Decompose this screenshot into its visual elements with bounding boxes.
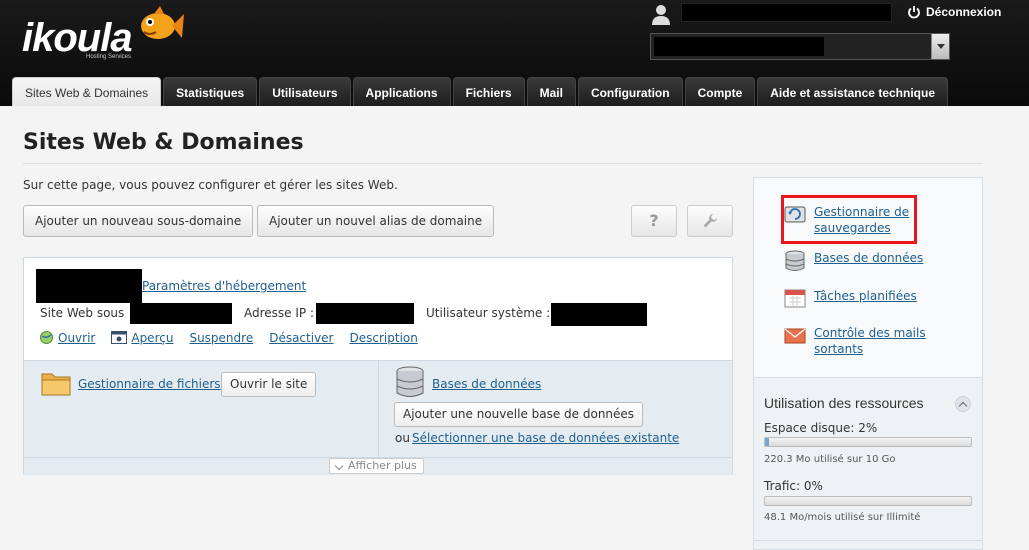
tab-compte[interactable]: Compte (684, 77, 756, 106)
add-subdomain-button[interactable]: Ajouter un nouveau sous-domaine (23, 205, 254, 237)
settings-button[interactable] (687, 205, 733, 237)
traffic-bar (764, 496, 972, 506)
show-more-bar: Afficher plus (24, 457, 732, 475)
system-user-redacted (551, 303, 647, 326)
website-path-redacted (130, 303, 232, 324)
logout-label: Déconnexion (926, 5, 1002, 19)
user-icon (652, 5, 670, 25)
subscription-select[interactable] (650, 33, 950, 60)
help-icon: ? (649, 211, 659, 230)
mail-control-link-line1[interactable]: Contrôle des mails (814, 325, 926, 341)
ip-redacted (316, 303, 414, 324)
scheduled-tasks-link[interactable]: Tâches planifiées (814, 288, 917, 304)
column-divider (378, 361, 379, 457)
show-more-button[interactable]: Afficher plus (329, 458, 424, 474)
main-tabs: Sites Web & Domaines Statistiques Utilis… (12, 77, 948, 106)
help-button[interactable]: ? (631, 205, 677, 237)
description-link[interactable]: Description (350, 331, 418, 345)
open-site-button[interactable]: Ouvrir le site (221, 372, 317, 397)
site-tools: Gestionnaire de fichiers Ouvrir le site … (24, 360, 732, 475)
system-user-label: Utilisateur système : (426, 306, 551, 320)
hosting-settings-link[interactable]: Paramètres d'hébergement (142, 279, 306, 293)
logo-subtitle: Hosting Services (86, 54, 132, 60)
sidebar-divider (754, 540, 982, 541)
chevron-down-icon[interactable] (931, 34, 949, 59)
highlight-box (781, 195, 917, 244)
traffic-detail: 48.1 Mo/mois utilisé sur Illimité (764, 512, 921, 523)
mail-control-link-line2[interactable]: sortants (814, 341, 926, 357)
top-header: ikoula Hosting Services Déconnexion Site… (0, 0, 1029, 106)
ikoula-logo[interactable]: ikoula Hosting Services (20, 6, 184, 62)
ip-label: Adresse IP : (244, 306, 315, 320)
tab-statistiques[interactable]: Statistiques (163, 77, 258, 106)
mail-icon (784, 328, 806, 344)
folder-icon (41, 373, 71, 396)
disk-usage-bar (764, 437, 972, 447)
tab-configuration[interactable]: Configuration (577, 77, 683, 106)
site-summary: Paramètres d'hébergement Site Web sous A… (24, 258, 732, 360)
collapse-icon[interactable] (955, 396, 971, 412)
domain-name-redacted (36, 269, 142, 303)
tab-sites-web[interactable]: Sites Web & Domaines (12, 77, 162, 106)
or-label: ou (395, 431, 410, 445)
add-database-button[interactable]: Ajouter une nouvelle base de données (394, 402, 644, 427)
tab-applications[interactable]: Applications (352, 77, 451, 106)
preview-label: Aperçu (131, 330, 174, 345)
open-label: Ouvrir (58, 330, 96, 345)
disk-usage-detail: 220.3 Mo utilisé sur 10 Go (764, 454, 896, 465)
fish-icon (141, 6, 184, 39)
username-redacted (681, 3, 892, 22)
website-label: Site Web sous (40, 306, 125, 320)
databases-side-link[interactable]: Bases de données (814, 250, 923, 266)
subscription-redacted (654, 37, 824, 56)
preview-link[interactable]: Aperçu (111, 331, 173, 345)
add-alias-button[interactable]: Ajouter un nouvel alias de domaine (257, 205, 495, 237)
page-intro: Sur cette page, vous pouvez configurer e… (23, 178, 398, 192)
wrench-icon (703, 214, 717, 228)
database-icon (785, 250, 805, 271)
site-actions: Ouvrir Aperçu Suspendre Désactiver Descr… (39, 330, 434, 345)
tab-fichiers[interactable]: Fichiers (452, 77, 525, 106)
resources-title: Utilisation des ressources (764, 395, 924, 411)
database-icon (396, 366, 424, 397)
disk-usage-label: Espace disque: 2% (764, 421, 878, 435)
disk-usage-fill (765, 438, 770, 446)
logout-button[interactable]: Déconnexion (907, 5, 1001, 19)
title-divider (23, 163, 983, 164)
file-manager-link[interactable]: Gestionnaire de fichiers (78, 377, 221, 391)
select-existing-db-link[interactable]: Sélectionner une base de données existan… (412, 431, 679, 445)
tab-mail[interactable]: Mail (526, 77, 576, 106)
suspend-link[interactable]: Suspendre (189, 331, 253, 345)
globe-icon (40, 331, 53, 344)
open-link[interactable]: Ouvrir (39, 330, 95, 345)
calendar-icon (784, 289, 806, 308)
traffic-label: Trafic: 0% (764, 479, 823, 493)
preview-icon (111, 331, 128, 344)
site-panel: Paramètres d'hébergement Site Web sous A… (23, 257, 733, 475)
scheduled-tasks-item[interactable]: Tâches planifiées (784, 288, 917, 308)
disable-link[interactable]: Désactiver (269, 331, 333, 345)
mail-control-item[interactable]: Contrôle des mails sortants (784, 325, 926, 357)
page-title: Sites Web & Domaines (23, 130, 304, 155)
tab-aide[interactable]: Aide et assistance technique (757, 77, 948, 106)
tab-utilisateurs[interactable]: Utilisateurs (259, 77, 351, 106)
power-icon (908, 6, 920, 19)
databases-item[interactable]: Bases de données (784, 250, 923, 272)
databases-link[interactable]: Bases de données (432, 377, 541, 391)
